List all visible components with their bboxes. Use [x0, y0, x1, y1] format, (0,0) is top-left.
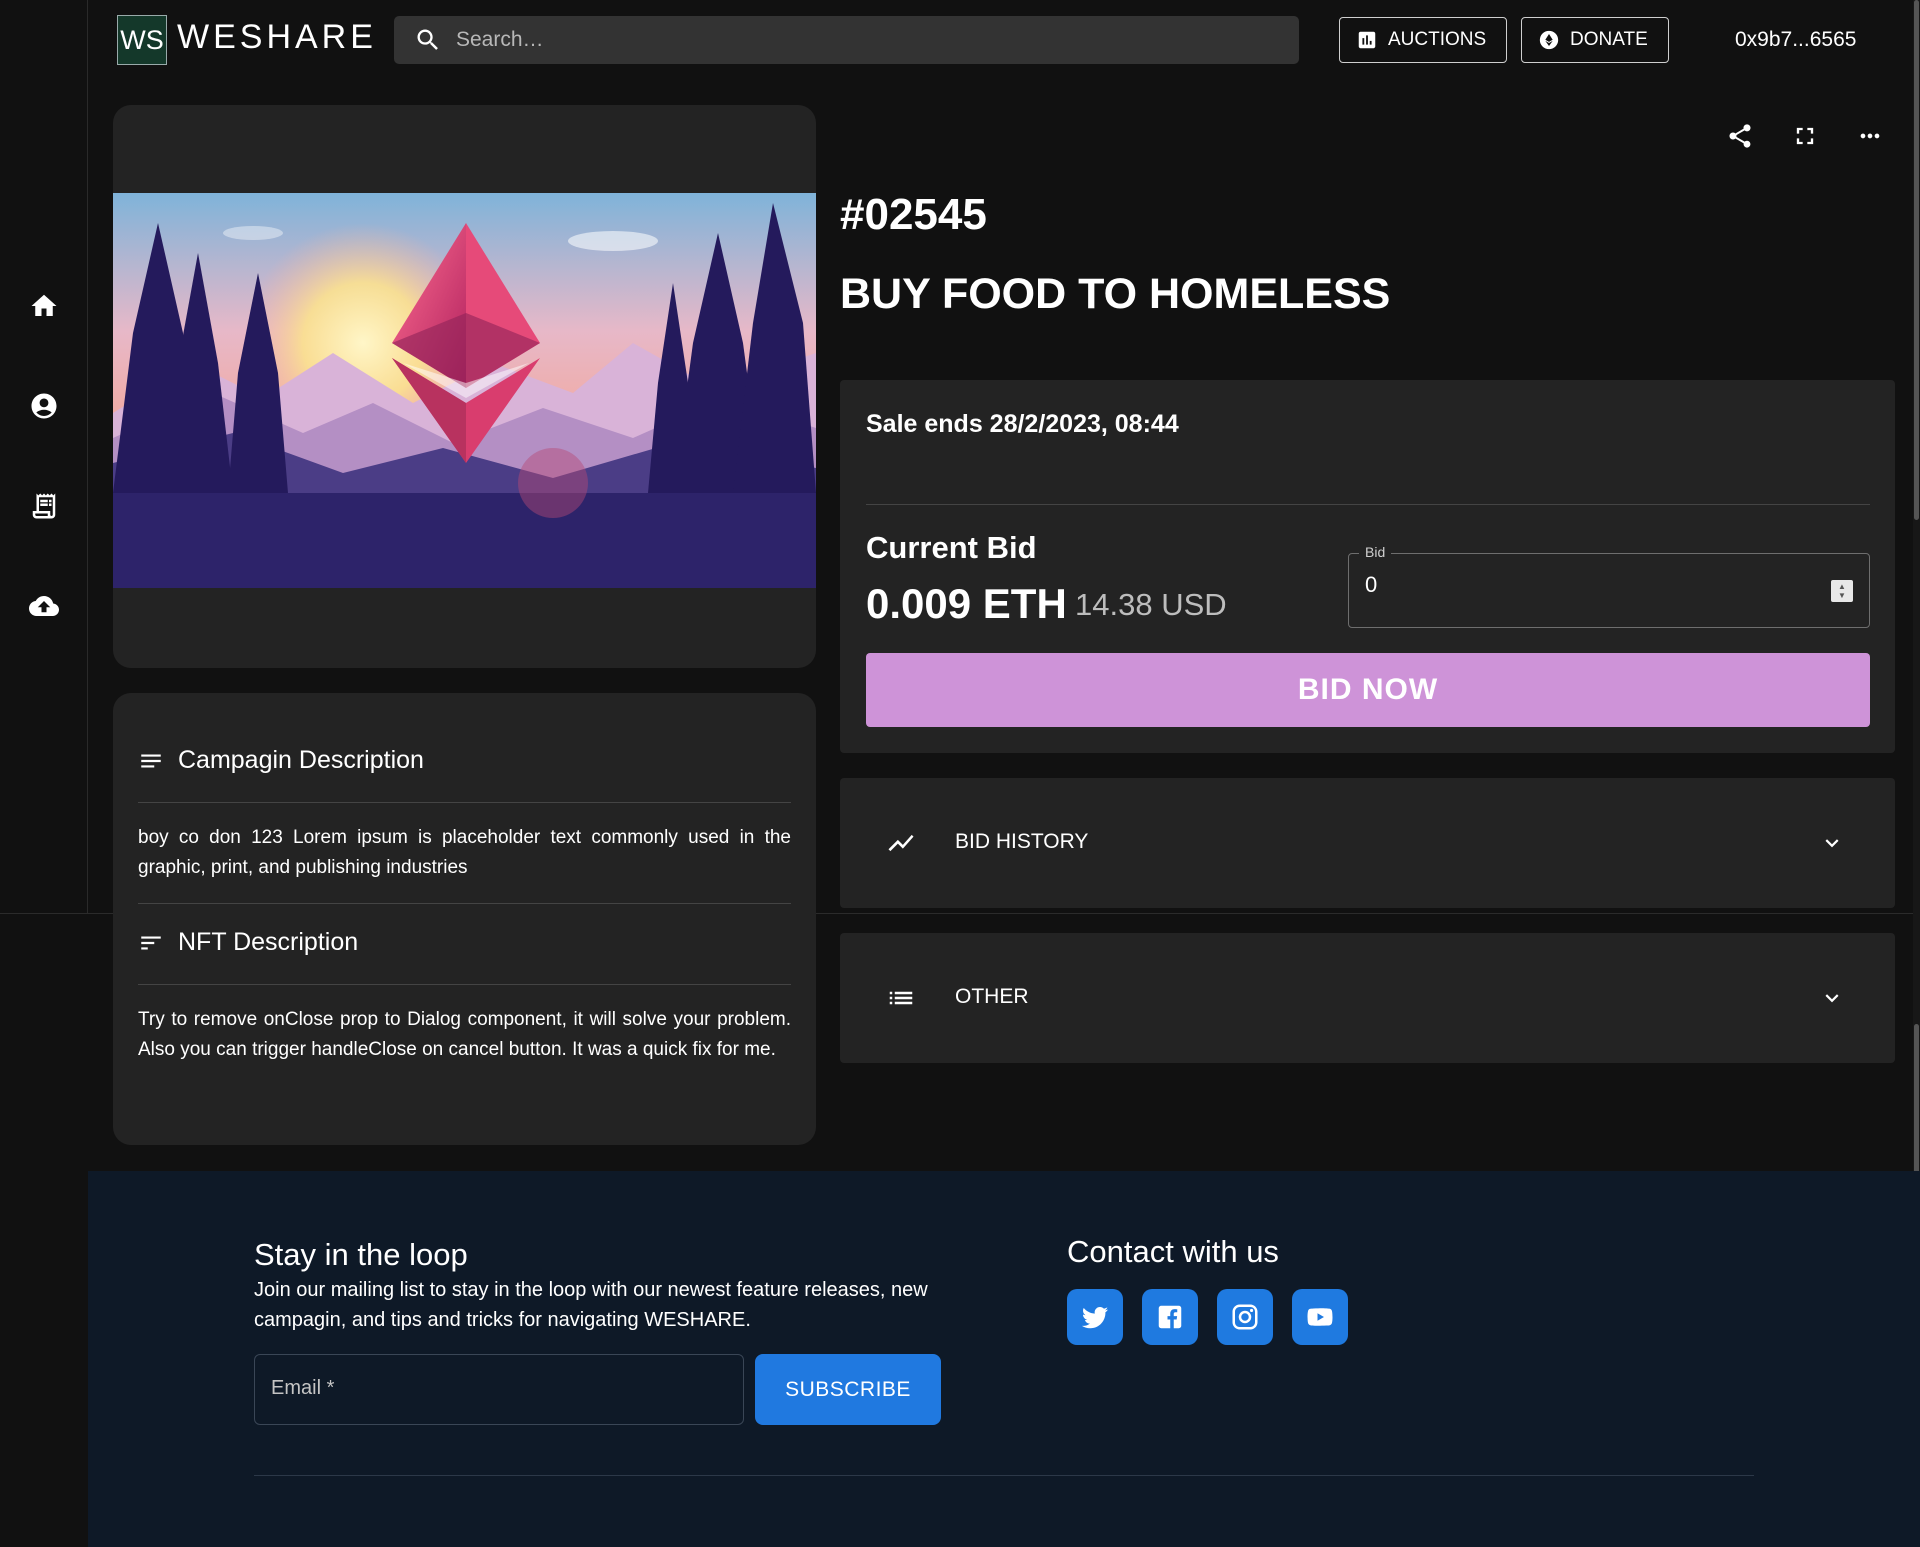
brand-name: WESHARE: [177, 18, 377, 56]
sidebar-item-upload[interactable]: [22, 584, 66, 628]
nft-id: #02545: [840, 190, 987, 239]
twitter-icon: [1081, 1307, 1109, 1329]
nft-title: BUY FOOD TO HOMELESS: [840, 270, 1391, 318]
bid-stepper[interactable]: ▲ ▼: [1831, 580, 1853, 602]
donate-button[interactable]: DONATE: [1521, 17, 1669, 63]
app-root: WS WESHARE AUCTIONS DONATE 0x9b7...6565: [0, 0, 1920, 1547]
bid-history-accordion[interactable]: BID HISTORY: [840, 778, 1895, 908]
bid-card: Sale ends 28/2/2023, 08:44 Current Bid 0…: [840, 380, 1895, 753]
divider: [138, 802, 791, 803]
campaign-description-heading: Campagin Description: [138, 746, 424, 775]
email-field: [254, 1354, 744, 1425]
facebook-icon: [1158, 1305, 1182, 1329]
trending-icon: [888, 834, 914, 852]
contact-title: Contact with us: [1067, 1234, 1279, 1269]
chart-icon: [1358, 31, 1376, 49]
divider: [138, 984, 791, 985]
home-icon: [31, 294, 57, 316]
instagram-icon: [1232, 1304, 1258, 1330]
twitter-button[interactable]: [1067, 1289, 1123, 1345]
scrollbar-thumb[interactable]: [1914, 0, 1919, 520]
description-card: Campagin Description boy co don 123 Lore…: [113, 693, 816, 1145]
email-input[interactable]: [271, 1377, 721, 1400]
auctions-label: AUCTIONS: [1388, 29, 1487, 50]
chevron-up-icon: ▲: [1838, 582, 1846, 591]
expand-more-icon: [1825, 839, 1839, 848]
nft-description-text: Try to remove onClose prop to Dialog com…: [138, 1009, 791, 1060]
sidebar-item-receipts[interactable]: [22, 484, 66, 528]
nft-image[interactable]: [113, 193, 816, 588]
other-label: OTHER: [955, 985, 1029, 1008]
ethereum-coin-icon: [1539, 30, 1559, 50]
sidebar-item-profile[interactable]: [22, 384, 66, 428]
chevron-down-icon: ▼: [1838, 591, 1846, 600]
fullscreen-button[interactable]: [1787, 118, 1823, 154]
newsletter-text: Join our mailing list to stay in the loo…: [254, 1279, 928, 1331]
donate-label: DONATE: [1570, 29, 1648, 50]
footer-divider: [254, 1475, 1754, 1476]
fullscreen-icon: [1796, 127, 1814, 145]
current-bid-label: Current Bid: [866, 530, 1037, 565]
youtube-button[interactable]: [1292, 1289, 1348, 1345]
other-accordion[interactable]: OTHER: [840, 933, 1895, 1063]
nft-description-title: NFT Description: [178, 928, 359, 956]
youtube-icon: [1307, 1308, 1333, 1326]
more-options-button[interactable]: [1852, 118, 1888, 154]
bid-field-label: Bid: [1359, 544, 1392, 560]
receipt-icon: [32, 493, 56, 519]
sale-ends-text: Sale ends 28/2/2023, 08:44: [866, 410, 1179, 438]
instagram-button[interactable]: [1217, 1289, 1273, 1345]
newsletter-title: Stay in the loop: [254, 1237, 468, 1272]
campaign-description-title: Campagin Description: [178, 746, 424, 774]
logo[interactable]: WS: [117, 15, 167, 65]
nft-description-heading: NFT Description: [138, 928, 358, 957]
expand-more-icon: [1825, 994, 1839, 1003]
bid-input[interactable]: [1365, 572, 1805, 598]
divider: [138, 903, 791, 904]
more-horizontal-icon: [1860, 133, 1880, 139]
left-sidebar: [0, 0, 88, 913]
list-icon: [889, 991, 913, 1005]
search-input[interactable]: [456, 28, 1276, 52]
current-bid-eth: 0.009 ETH: [866, 580, 1067, 627]
wallet-address[interactable]: 0x9b7...6565: [1735, 28, 1856, 52]
divider: [866, 504, 1870, 505]
auctions-button[interactable]: AUCTIONS: [1339, 17, 1508, 63]
notes-icon: [141, 754, 161, 767]
subscribe-button[interactable]: SUBSCRIBE: [755, 1354, 941, 1425]
campaign-description-text: boy co don 123 Lorem ipsum is placeholde…: [138, 827, 791, 878]
cloud-upload-icon: [29, 596, 59, 616]
account-circle-icon: [31, 393, 57, 419]
nft-image-card: [113, 105, 816, 668]
logo-text: WS: [120, 24, 164, 55]
search-bar: [394, 16, 1299, 64]
bid-history-label: BID HISTORY: [955, 830, 1089, 853]
sort-icon: [141, 936, 161, 949]
bid-now-button[interactable]: BID NOW: [866, 653, 1870, 727]
current-bid-usd: 14.38 USD: [1075, 587, 1227, 622]
share-icon: [1729, 124, 1751, 148]
bid-field: Bid ▲ ▼: [1348, 544, 1870, 628]
facebook-button[interactable]: [1142, 1289, 1198, 1345]
footer: Stay in the loop Join our mailing list t…: [88, 1171, 1920, 1547]
search-icon: [417, 29, 438, 50]
sidebar-item-home[interactable]: [22, 284, 66, 328]
share-button[interactable]: [1722, 118, 1758, 154]
